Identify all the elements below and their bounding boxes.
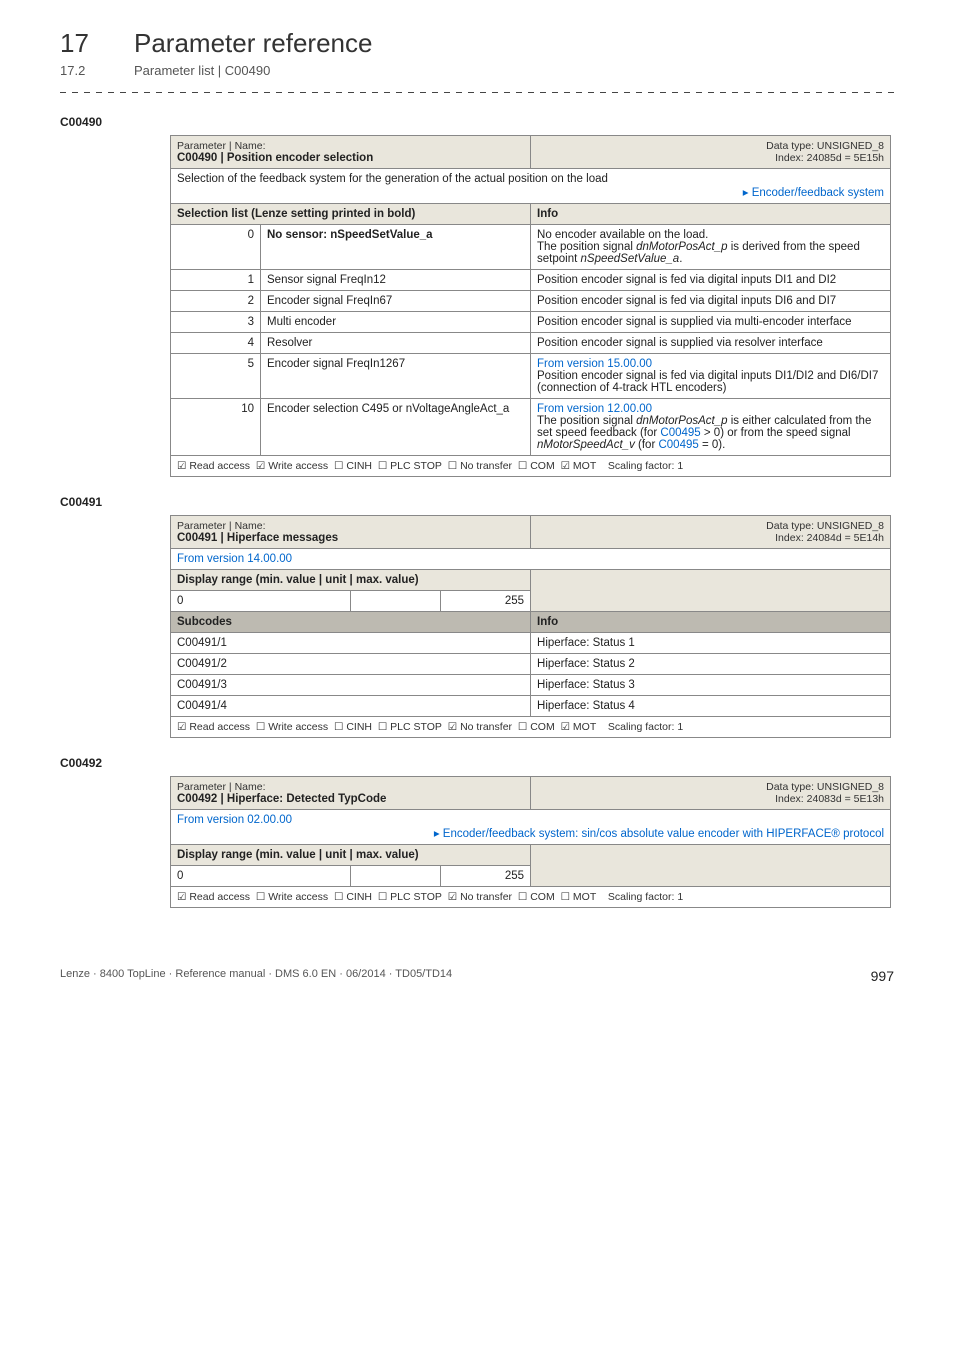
selection-label: Resolver [261, 333, 531, 354]
selection-label: Multi encoder [261, 312, 531, 333]
display-range-label: Display range (min. value | unit | max. … [177, 574, 419, 586]
display-range-label: Display range (min. value | unit | max. … [177, 849, 419, 861]
param-header-right: Data type: UNSIGNED_8 Index: 24083d = 5E… [531, 777, 891, 810]
from-version-row: From version 02.00.00 Encoder/feedback s… [171, 810, 891, 845]
selection-list-label: Selection list (Lenze setting printed in… [177, 208, 415, 220]
subcodes-header: Subcodes [171, 612, 531, 633]
param-header-right: Data type: UNSIGNED_8 Index: 24084d = 5E… [531, 516, 891, 549]
param-dtype: Data type: UNSIGNED_8 [766, 520, 884, 532]
param-code-491: C00491 [60, 495, 894, 509]
param-dtype: Data type: UNSIGNED_8 [766, 781, 884, 793]
subcode-cell: C00491/2 [171, 654, 531, 675]
param-desc: Selection of the feedback system for the… [177, 173, 608, 185]
table-footer-492: Read access Write access CINH PLC STOP N… [171, 887, 891, 908]
subcode-info: Hiperface: Status 3 [531, 675, 891, 696]
selection-info: Position encoder signal is fed via digit… [531, 270, 891, 291]
selection-label: Encoder signal FreqIn1267 [261, 354, 531, 399]
param-name: C00490 | Position encoder selection [177, 152, 373, 164]
from-version-link: From version 14.00.00 [177, 553, 292, 565]
selection-info: Position encoder signal is supplied via … [531, 333, 891, 354]
info-label: Info [537, 616, 558, 628]
range-min: 0 [171, 591, 351, 612]
subcode-cell: C00491/1 [171, 633, 531, 654]
param-index: Index: 24083d = 5E13h [775, 793, 884, 805]
selection-info: From version 12.00.00The position signal… [531, 399, 891, 456]
subcode-cell: C00491/3 [171, 675, 531, 696]
selection-info: Position encoder signal is fed via digit… [531, 291, 891, 312]
range-unit [351, 866, 441, 887]
selection-index: 10 [171, 399, 261, 456]
param-header-left: Parameter | Name: C00492 | Hiperface: De… [171, 777, 531, 810]
display-range-header: Display range (min. value | unit | max. … [171, 845, 531, 866]
param-code-492: C00492 [60, 756, 894, 770]
param-index: Index: 24085d = 5E15h [775, 152, 884, 164]
selection-info: Position encoder signal is supplied via … [531, 312, 891, 333]
subcode-cell: C00491/4 [171, 696, 531, 717]
param-name: C00492 | Hiperface: Detected TypCode [177, 793, 386, 805]
divider [60, 92, 894, 93]
selection-label: Encoder signal FreqIn67 [261, 291, 531, 312]
selection-index: 5 [171, 354, 261, 399]
selection-index: 3 [171, 312, 261, 333]
section-title: Parameter list | C00490 [134, 63, 270, 78]
display-range-header: Display range (min. value | unit | max. … [171, 570, 531, 591]
selection-index: 1 [171, 270, 261, 291]
param-code-490: C00490 [60, 115, 894, 129]
info-header: Info [531, 204, 891, 225]
selection-info: No encoder available on the load.The pos… [531, 225, 891, 270]
param-dtype: Data type: UNSIGNED_8 [766, 140, 884, 152]
selection-index: 4 [171, 333, 261, 354]
subcodes-label: Subcodes [177, 616, 232, 628]
param-header-right: Data type: UNSIGNED_8 Index: 24085d = 5E… [531, 136, 891, 169]
param-name: C00491 | Hiperface messages [177, 532, 338, 544]
chapter-number: 17 [60, 28, 134, 59]
section-number: 17.2 [60, 63, 134, 78]
encoder-feedback-link[interactable]: Encoder/feedback system [743, 187, 884, 199]
param-label: Parameter | Name: [177, 520, 266, 532]
empty-cell [531, 570, 891, 612]
subcode-info: Hiperface: Status 1 [531, 633, 891, 654]
param-header-left: Parameter | Name: C00490 | Position enco… [171, 136, 531, 169]
selection-list-header: Selection list (Lenze setting printed in… [171, 204, 531, 225]
from-version-cell: From version 14.00.00 [171, 549, 891, 570]
page: 17 Parameter reference 17.2 Parameter li… [0, 0, 954, 1024]
range-max: 255 [441, 866, 531, 887]
table-c00492: Parameter | Name: C00492 | Hiperface: De… [170, 776, 891, 908]
selection-label: Encoder selection C495 or nVoltageAngleA… [261, 399, 531, 456]
info-header: Info [531, 612, 891, 633]
selection-info: From version 15.00.00Position encoder si… [531, 354, 891, 399]
info-label: Info [537, 208, 558, 220]
range-unit [351, 591, 441, 612]
chapter-header: 17 Parameter reference [60, 28, 894, 59]
param-label: Parameter | Name: [177, 781, 266, 793]
empty-cell [531, 845, 891, 887]
from-version-link: From version 02.00.00 [177, 814, 292, 826]
table-footer-490: Read access Write access CINH PLC STOP N… [171, 456, 891, 477]
encoder-feedback-hiperface-link[interactable]: Encoder/feedback system: sin/cos absolut… [434, 828, 884, 840]
table-c00490: Parameter | Name: C00490 | Position enco… [170, 135, 891, 477]
range-max: 255 [441, 591, 531, 612]
param-label: Parameter | Name: [177, 140, 266, 152]
subcode-info: Hiperface: Status 2 [531, 654, 891, 675]
param-header-left: Parameter | Name: C00491 | Hiperface mes… [171, 516, 531, 549]
table-footer-491: Read access Write access CINH PLC STOP N… [171, 717, 891, 738]
param-desc-cell: Selection of the feedback system for the… [171, 169, 891, 204]
page-number: 997 [871, 968, 894, 984]
selection-label: No sensor: nSpeedSetValue_a [261, 225, 531, 270]
table-c00491: Parameter | Name: C00491 | Hiperface mes… [170, 515, 891, 738]
chapter-title: Parameter reference [134, 28, 372, 59]
page-footer: Lenze · 8400 TopLine · Reference manual … [60, 968, 894, 984]
range-min: 0 [171, 866, 351, 887]
selection-label: Sensor signal FreqIn12 [261, 270, 531, 291]
footer-text: Lenze · 8400 TopLine · Reference manual … [60, 968, 452, 984]
section-header: 17.2 Parameter list | C00490 [60, 63, 894, 78]
subcode-info: Hiperface: Status 4 [531, 696, 891, 717]
param-index: Index: 24084d = 5E14h [775, 532, 884, 544]
selection-index: 2 [171, 291, 261, 312]
selection-index: 0 [171, 225, 261, 270]
